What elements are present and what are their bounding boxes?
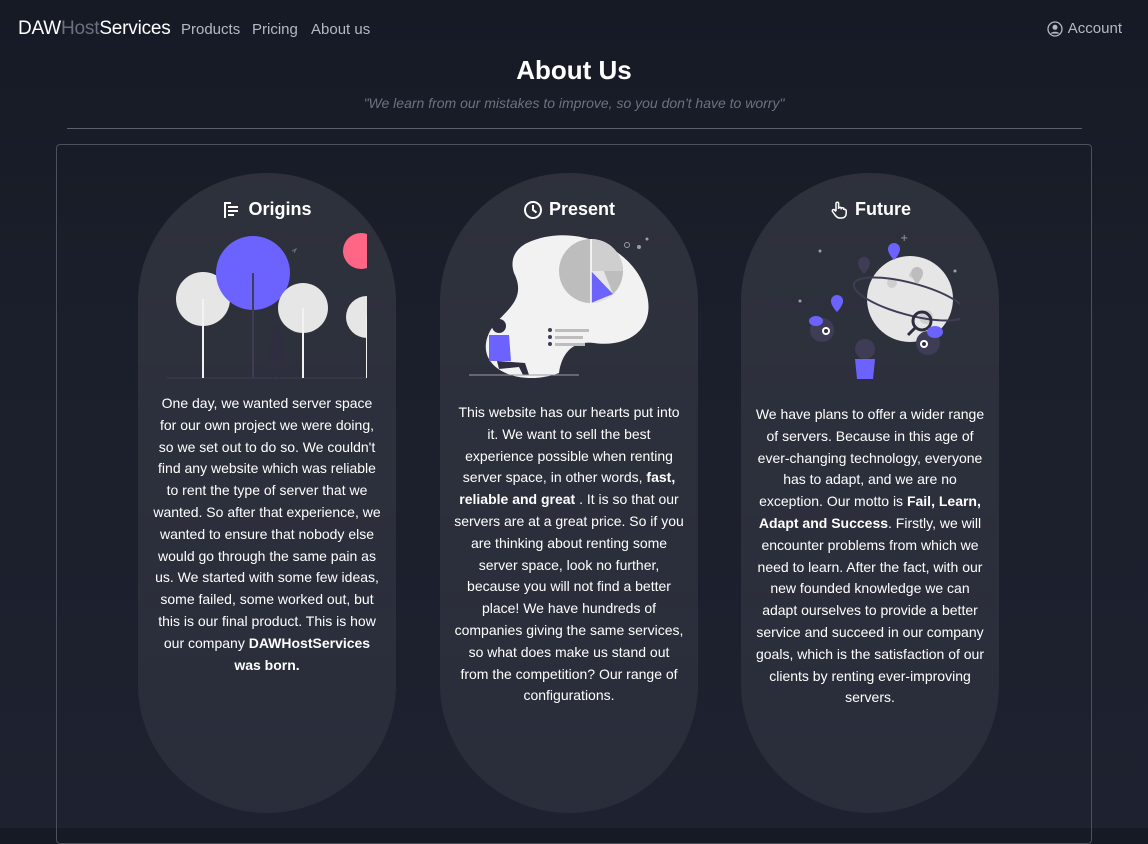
list-tree-icon <box>224 201 239 218</box>
brand-part-daw: DAW <box>18 18 62 39</box>
card-future: Future + We have plans to offer a wider … <box>741 173 999 813</box>
present-illustration <box>469 235 649 379</box>
card-present-text: This website has our hearts put into it.… <box>454 402 684 707</box>
user-circle-icon <box>1047 20 1063 37</box>
page-quote: "We learn from our mistakes to improve, … <box>363 95 785 111</box>
brand-part-services: Services <box>99 18 171 39</box>
nav-link-about-us[interactable]: About us <box>311 21 370 38</box>
pointer-hand-icon <box>831 201 847 219</box>
card-origins-text: One day, we wanted server space for our … <box>152 393 382 676</box>
card-future-header: Future <box>741 199 999 220</box>
clock-icon <box>523 200 542 219</box>
header-divider <box>67 128 1082 129</box>
brand-logo[interactable]: DAWHostServices <box>18 18 171 40</box>
card-origins-text-a: One day, we wanted server space for our … <box>153 395 381 651</box>
card-origins-text-bold: DAWHostServices was born. <box>234 634 371 673</box>
nav-link-products[interactable]: Products <box>181 21 240 38</box>
card-future-text-b: . Firstly, we will encounter problems fr… <box>755 514 984 706</box>
navbar: DAWHostServices Products Pricing About u… <box>0 0 1148 58</box>
card-present: Present This website has our hearts put … <box>440 173 698 813</box>
page-title: About Us <box>516 55 632 85</box>
card-present-header: Present <box>440 199 698 220</box>
card-future-title: Future <box>855 199 911 219</box>
nav-link-pricing[interactable]: Pricing <box>252 21 298 38</box>
origins-illustration <box>167 233 367 379</box>
card-present-title: Present <box>548 199 616 219</box>
card-origins-title: Origins <box>248 199 312 219</box>
card-origins: Origins One day, we wanted server space … <box>138 173 396 813</box>
card-future-text: We have plans to offer a wider range of … <box>755 404 985 709</box>
account-label: Account <box>1067 20 1122 37</box>
account-link[interactable]: Account <box>1047 20 1122 37</box>
svg-text:+: + <box>900 233 908 244</box>
card-origins-header: Origins <box>138 199 396 220</box>
brand-part-host: Host <box>61 18 100 39</box>
card-present-text-b: . It is so that our servers are at a gre… <box>454 491 684 704</box>
future-illustration: + <box>798 233 960 379</box>
